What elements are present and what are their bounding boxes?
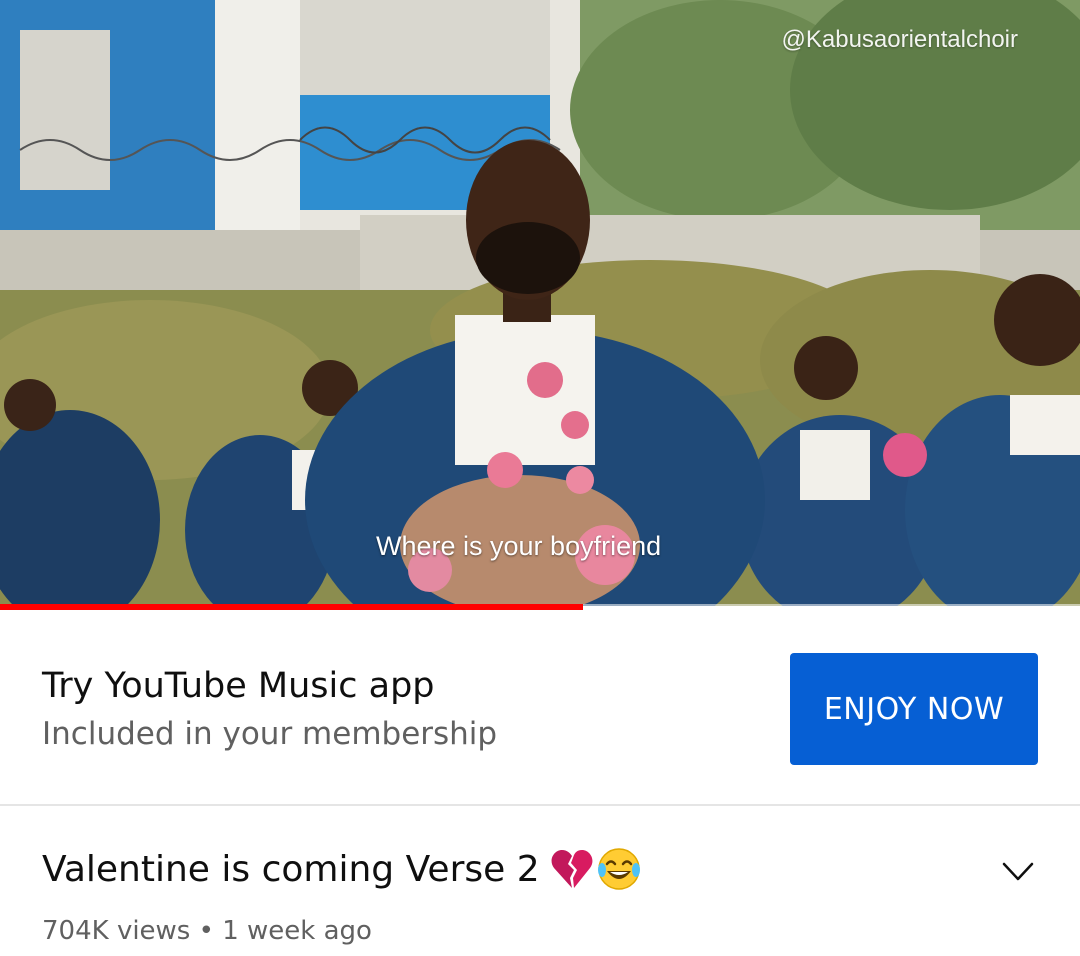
enjoy-now-button[interactable]: ENJOY NOW xyxy=(790,653,1038,765)
video-title-row[interactable]: Valentine is coming Verse 2 xyxy=(42,846,642,892)
promo-title: Try YouTube Music app xyxy=(42,666,435,706)
channel-watermark: @Kabusaorientalchoir xyxy=(781,26,1019,53)
chevron-down-icon xyxy=(1002,862,1034,881)
meta-separator: • xyxy=(198,916,214,946)
promo-subtitle: Included in your membership xyxy=(42,716,498,752)
expand-description-button[interactable] xyxy=(996,852,1040,892)
youtube-music-promo: Try YouTube Music app Included in your m… xyxy=(0,610,1080,806)
video-frame xyxy=(0,0,1080,606)
video-title: Valentine is coming Verse 2 xyxy=(42,848,540,890)
upload-age: 1 week ago xyxy=(222,916,372,946)
tears-of-joy-icon xyxy=(597,848,640,890)
video-player[interactable]: @Kabusaorientalchoir Where is your boyfr… xyxy=(0,0,1080,606)
video-caption: Where is your boyfriend xyxy=(376,531,662,561)
view-count: 704K views xyxy=(42,916,191,946)
title-emojis xyxy=(550,846,642,892)
broken-heart-icon xyxy=(551,850,593,888)
video-meta: 704K views • 1 week ago xyxy=(42,916,372,946)
